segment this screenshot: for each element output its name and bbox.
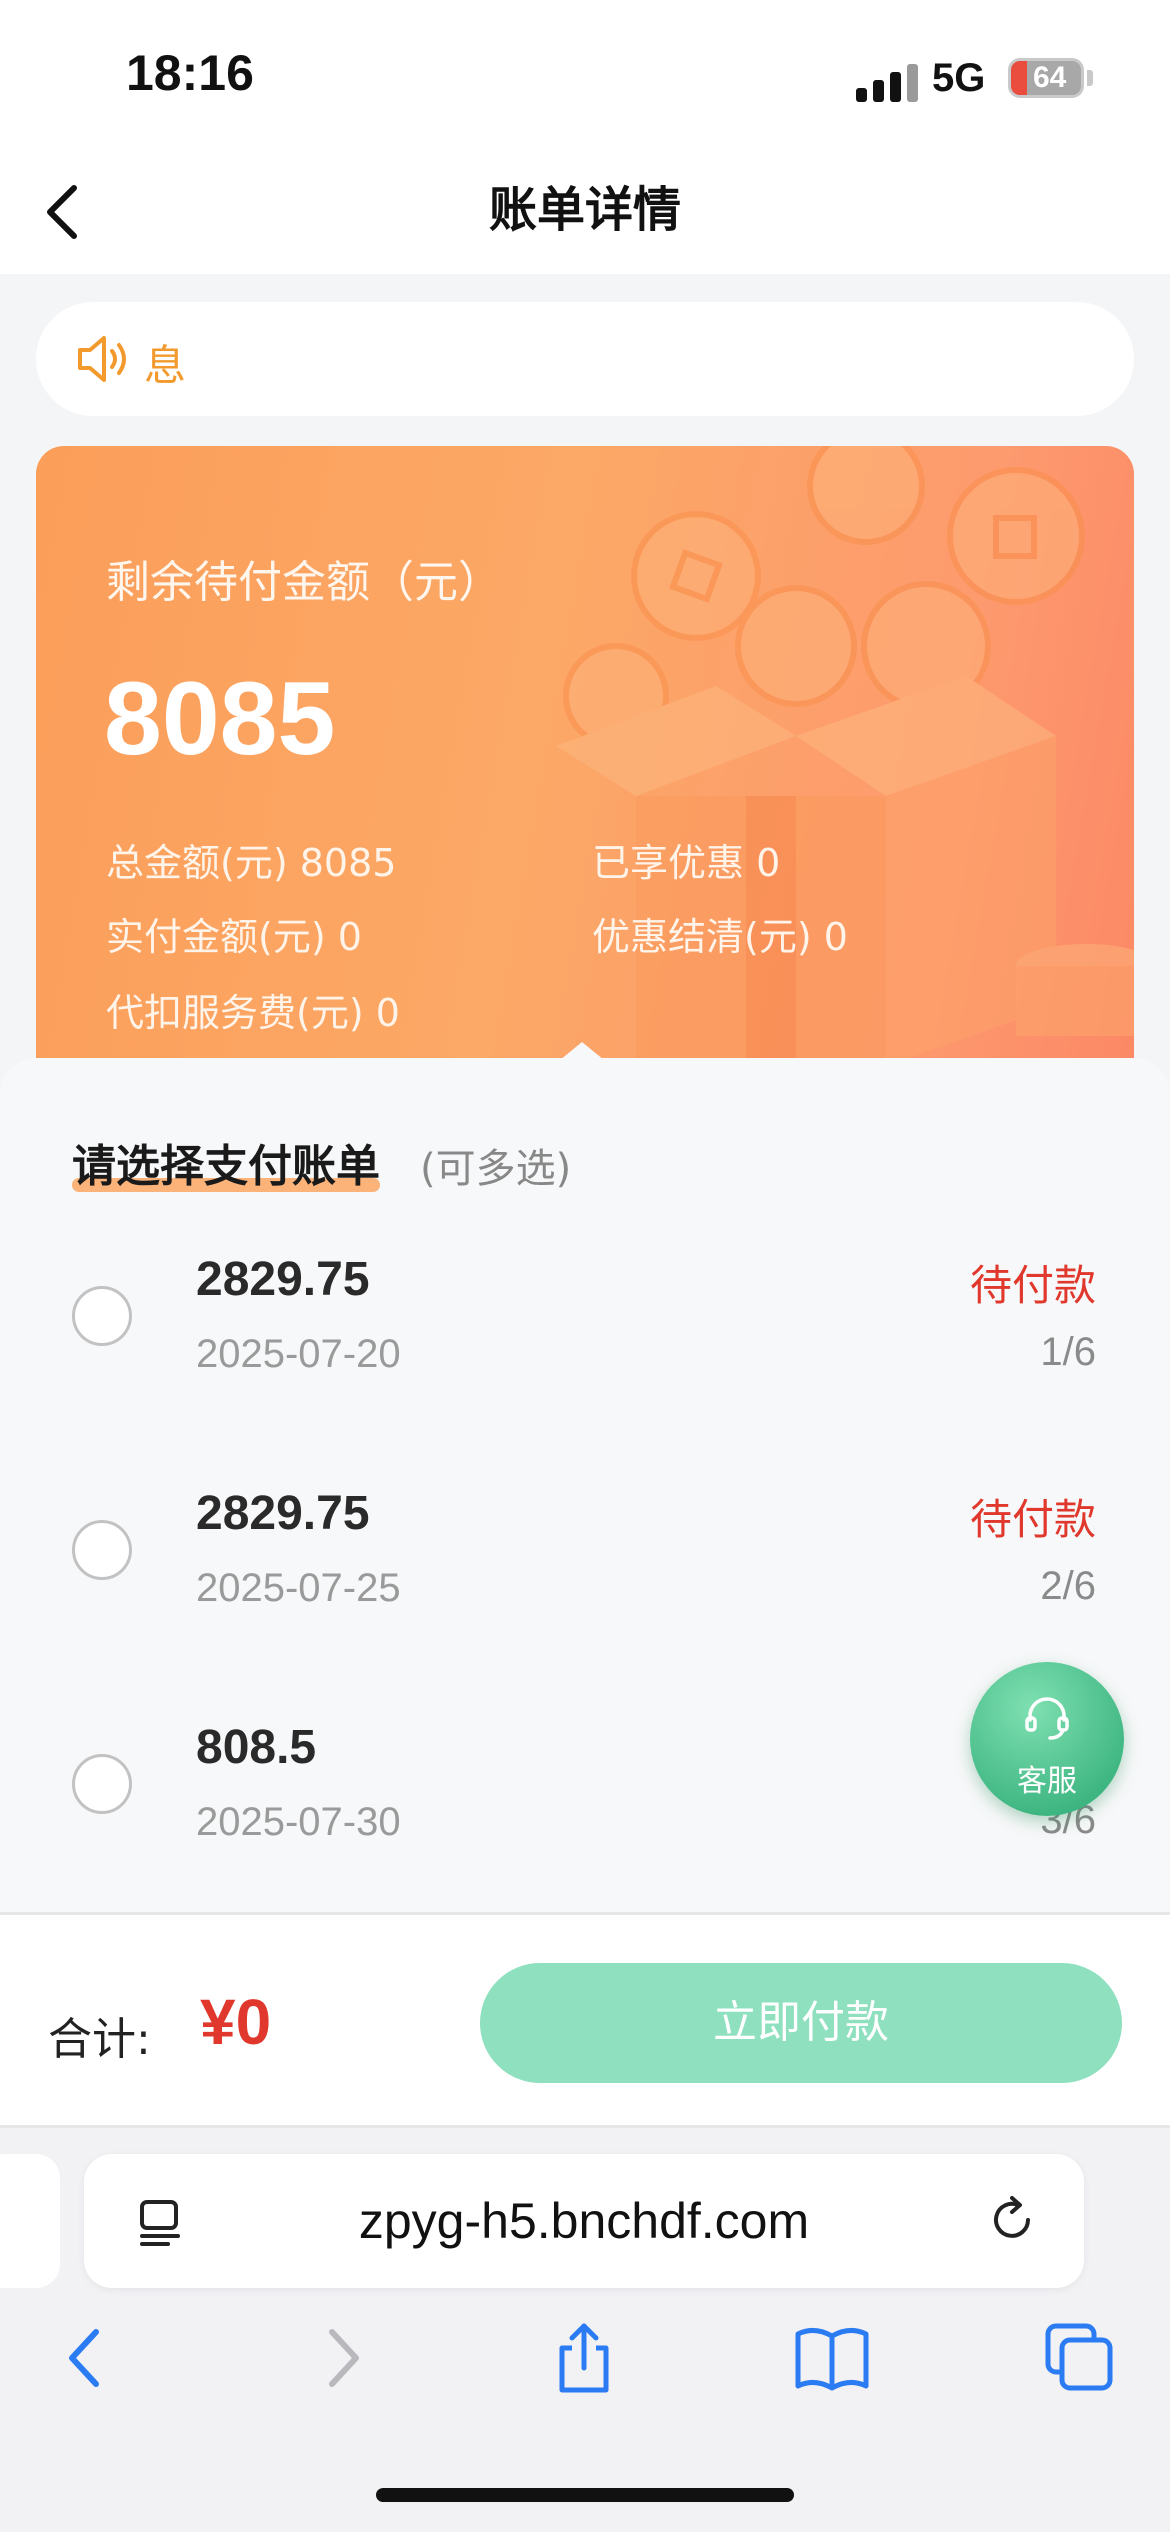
bill-date: 2025-07-25 [196,1566,401,1610]
bill-select-radio[interactable] [72,1286,132,1346]
battery-icon: 64 [1008,58,1084,98]
browser-chrome: zpyg-h5.bnchdf.com [0,2128,1170,2532]
paid-amount-stat: 实付金额(元) 0 [106,915,362,959]
summary-card: 剩余待付金额（元） 8085 总金额(元) 8085 已享优惠 0 实付金额(元… [36,446,1134,1086]
bill-amount: 808.5 [196,1721,317,1774]
reload-icon[interactable] [984,2192,1040,2248]
nav-bar: 账单详情 [0,150,1170,274]
notice-bar[interactable]: 息 [36,302,1134,416]
battery-cap [1087,70,1093,86]
bill-period: 1/6 [1040,1330,1096,1374]
tabs-icon[interactable] [1040,2318,1120,2398]
service-fee-stat: 代扣服务费(元) 0 [106,991,400,1035]
notice-text: 息 [144,341,187,390]
headset-icon [1025,1697,1069,1740]
bill-status: 待付款 [969,1261,1096,1310]
browser-forward-icon[interactable] [300,2318,380,2398]
previous-tab-preview[interactable] [0,2154,60,2288]
battery-level: 64 [1033,61,1067,94]
speaker-icon [78,336,126,382]
total-label: 合计: [48,2014,151,2065]
pay-now-button[interactable]: 立即付款 [480,1963,1122,2083]
remaining-amount-value: 8085 [104,661,336,777]
bill-select-radio[interactable] [72,1754,132,1814]
status-time: 18:16 [126,45,254,101]
bookmarks-icon[interactable] [792,2318,872,2398]
bill-status: 待付款 [969,1495,1096,1544]
discount-settled-stat: 优惠结清(元) 0 [592,915,848,959]
bill-list-title-wrap: 请选择支付账单 [72,1130,380,1194]
total-amount-stat: 总金额(元) 8085 [106,841,397,885]
gift-box-coins-illustration [556,446,1134,1066]
bill-list-title: 请选择支付账单 [72,1141,380,1192]
bill-select-radio[interactable] [72,1520,132,1580]
signal-icon [856,62,920,102]
checkout-bar: 合计: ¥0 立即付款 [0,1912,1170,2128]
status-bar: 18:16 5G 64 [0,0,1170,150]
customer-service-label: 客服 [1017,1764,1077,1799]
bill-row[interactable]: 2829.75 2025-07-20 待付款 1/6 [0,1202,1170,1436]
remaining-amount-label: 剩余待付金额（元） [106,557,502,608]
network-type: 5G [932,56,986,100]
total-amount: ¥0 [200,1986,272,2058]
discount-stat: 已享优惠 0 [592,841,781,885]
url-text: zpyg-h5.bnchdf.com [358,2193,810,2249]
home-indicator [376,2488,794,2502]
browser-back-icon[interactable] [48,2318,128,2398]
bill-row[interactable]: 2829.75 2025-07-25 待付款 2/6 [0,1436,1170,1670]
share-icon[interactable] [544,2318,624,2398]
address-bar[interactable]: zpyg-h5.bnchdf.com [84,2154,1084,2288]
bill-period: 2/6 [1040,1564,1096,1608]
page-title: 账单详情 [488,182,681,238]
bill-date: 2025-07-30 [196,1800,401,1844]
panel-notch [560,1042,604,1060]
bill-amount: 2829.75 [196,1487,370,1540]
bill-date: 2025-07-20 [196,1332,401,1376]
bill-amount: 2829.75 [196,1253,370,1306]
bill-list-subtitle: (可多选) [420,1146,572,1192]
customer-service-button[interactable]: 客服 [970,1662,1124,1816]
